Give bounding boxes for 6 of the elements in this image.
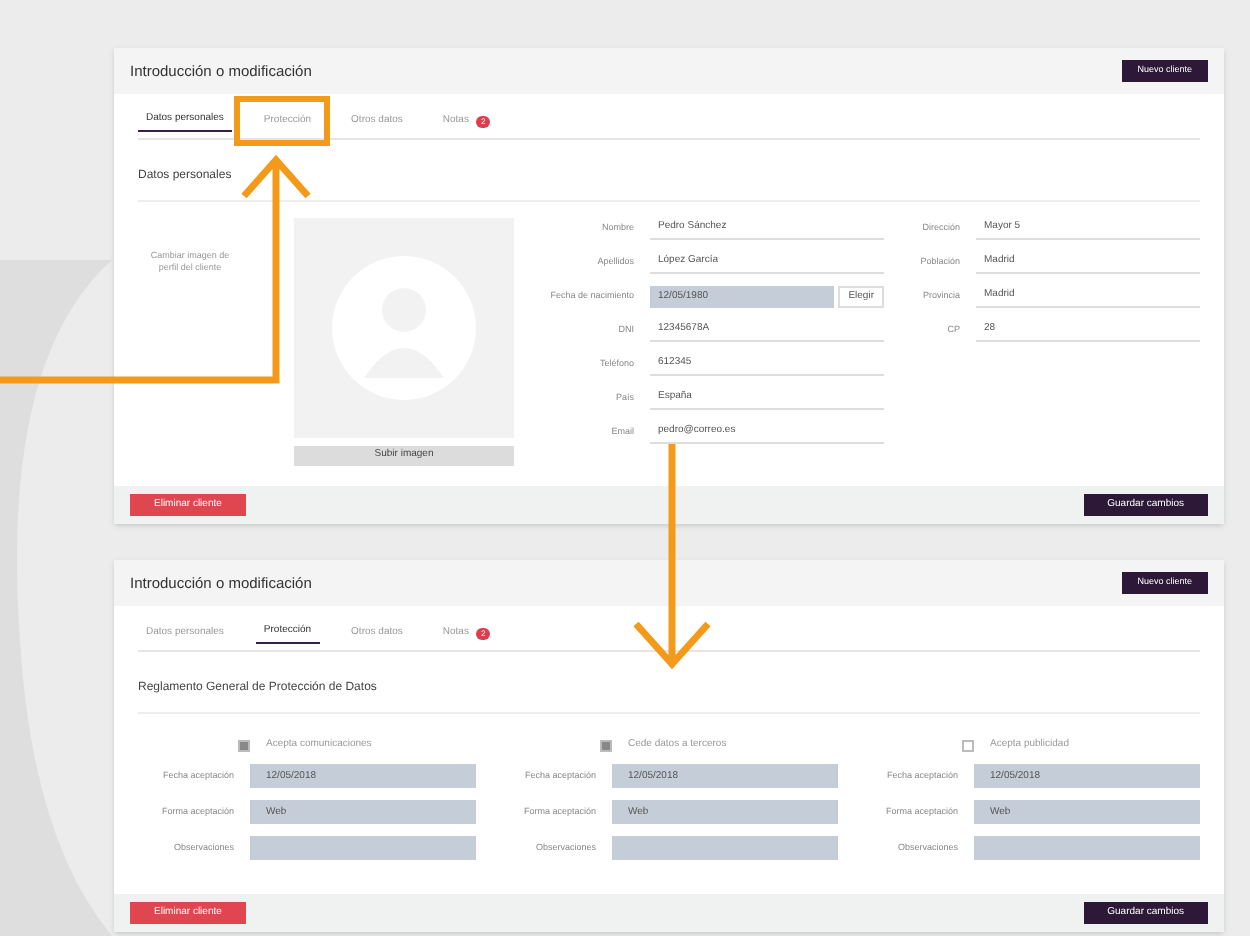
checkbox[interactable] [600,739,612,751]
checkbox[interactable] [238,739,250,751]
input-field[interactable] [250,836,476,861]
input-field[interactable] [974,836,1200,861]
checkbox[interactable] [962,739,974,751]
input-field[interactable] [612,836,838,861]
